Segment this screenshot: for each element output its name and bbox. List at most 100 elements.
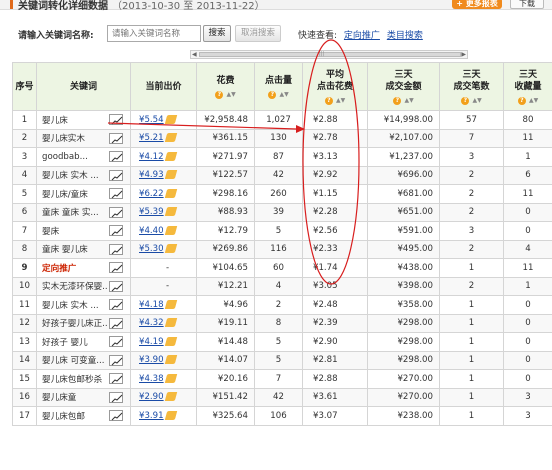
cell-clicks: 5 — [254, 350, 303, 370]
edit-bid-icon[interactable] — [164, 410, 177, 420]
trend-chart-icon[interactable] — [109, 206, 123, 218]
bid-link[interactable]: ¥5.30 — [139, 244, 164, 254]
trend-chart-icon[interactable] — [109, 169, 123, 181]
sort-icon[interactable]: ▲▼ — [226, 89, 235, 101]
bid-link[interactable]: ¥2.90 — [139, 392, 164, 402]
keyword-text: 婴儿床 — [42, 115, 68, 126]
cell-keyword: goodbab... — [36, 147, 131, 167]
edit-bid-icon[interactable] — [164, 392, 177, 402]
col-header-3day-amount[interactable]: 三天 成交金额? ▲▼ — [367, 62, 440, 111]
edit-bid-icon[interactable] — [164, 188, 177, 198]
scroll-right-arrow-icon[interactable]: ▶ — [461, 51, 466, 58]
bid-link[interactable]: ¥4.18 — [139, 300, 164, 310]
col-header-clicks[interactable]: 点击量? ▲▼ — [254, 62, 303, 111]
edit-bid-icon[interactable] — [164, 225, 177, 235]
scrollbar-thumb[interactable] — [199, 52, 461, 57]
help-icon[interactable]: ? — [393, 97, 402, 105]
bid-link[interactable]: ¥4.38 — [139, 374, 164, 384]
trend-chart-icon[interactable] — [109, 132, 123, 144]
bid-link[interactable]: ¥4.32 — [139, 318, 164, 328]
col-header-3day-orders[interactable]: 三天 成交笔数? ▲▼ — [439, 62, 504, 111]
col-header-avg-cpc[interactable]: 平均 点击花费? ▲▼ — [302, 62, 368, 111]
cell-3day-favs: 3 — [503, 387, 552, 407]
edit-bid-icon[interactable] — [164, 207, 177, 217]
trend-chart-icon[interactable] — [109, 243, 123, 255]
keyword-search-input[interactable] — [107, 25, 201, 42]
bid-link[interactable]: ¥5.54 — [139, 115, 164, 125]
edit-bid-icon[interactable] — [164, 133, 177, 143]
trend-chart-icon[interactable] — [109, 225, 123, 237]
edit-bid-icon[interactable] — [164, 170, 177, 180]
cell-index: 15 — [12, 369, 37, 389]
sort-icon[interactable]: ▲▼ — [472, 95, 481, 107]
scroll-left-arrow-icon[interactable]: ◀ — [192, 51, 197, 58]
bid-link[interactable]: ¥5.21 — [139, 133, 164, 143]
help-icon[interactable]: ? — [461, 97, 470, 105]
bid-link[interactable]: ¥4.40 — [139, 226, 164, 236]
cell-bid: ¥2.90 — [130, 387, 197, 407]
help-icon[interactable]: ? — [215, 91, 224, 99]
bid-link[interactable]: ¥3.90 — [139, 355, 164, 365]
quick-link-category-search[interactable]: 类目搜索 — [387, 31, 423, 41]
cell-index: 12 — [12, 313, 37, 333]
bid-link[interactable]: ¥5.39 — [139, 207, 164, 217]
edit-bid-icon[interactable] — [164, 151, 177, 161]
edit-bid-icon[interactable] — [164, 336, 177, 346]
trend-chart-icon[interactable] — [109, 262, 123, 274]
trend-chart-icon[interactable] — [109, 114, 123, 126]
help-icon[interactable]: ? — [517, 97, 526, 105]
download-button[interactable]: 下载 — [510, 0, 544, 9]
trend-chart-icon[interactable] — [109, 188, 123, 200]
edit-bid-icon[interactable] — [164, 355, 177, 365]
cell-bid: ¥5.21 — [130, 128, 197, 148]
col-header-label: 三天 成交笔数 — [453, 70, 490, 92]
cell-index: 8 — [12, 239, 37, 259]
cell-cost: ¥14.48 — [196, 332, 255, 352]
cell-keyword: 婴儿床童 — [36, 387, 131, 407]
cell-bid: ¥3.90 — [130, 350, 197, 370]
trend-chart-icon[interactable] — [109, 336, 123, 348]
edit-bid-icon[interactable] — [164, 299, 177, 309]
cell-3day-amount: ¥14,998.00 — [367, 110, 440, 130]
sort-icon[interactable]: ▲▼ — [529, 95, 538, 107]
search-button[interactable]: 搜索 — [203, 25, 231, 42]
sort-icon[interactable]: ▲▼ — [336, 95, 345, 107]
trend-chart-icon[interactable] — [109, 317, 123, 329]
cell-keyword: 婴儿床包邮秒杀 — [36, 369, 131, 389]
edit-bid-icon[interactable] — [164, 318, 177, 328]
edit-bid-icon[interactable] — [164, 114, 177, 124]
trend-chart-icon[interactable] — [109, 391, 123, 403]
sort-icon[interactable]: ▲▼ — [404, 95, 413, 107]
quick-link-targeted-promo[interactable]: 定向推广 — [344, 31, 380, 41]
bid-link[interactable]: ¥6.22 — [139, 189, 164, 199]
trend-chart-icon[interactable] — [109, 354, 123, 366]
bid-link[interactable]: ¥3.91 — [139, 411, 164, 421]
trend-chart-icon[interactable] — [109, 151, 123, 163]
cell-index: 14 — [12, 350, 37, 370]
trend-chart-icon[interactable] — [109, 373, 123, 385]
bid-link[interactable]: ¥4.12 — [139, 152, 164, 162]
more-reports-button[interactable]: + 更多报表 — [452, 0, 502, 9]
trend-chart-icon[interactable] — [109, 280, 123, 292]
cell-clicks: 260 — [254, 184, 303, 204]
cell-cost: ¥12.21 — [196, 276, 255, 296]
bid-link[interactable]: ¥4.19 — [139, 337, 164, 347]
cell-3day-orders: 1 — [439, 369, 504, 389]
trend-chart-icon[interactable] — [109, 410, 123, 422]
horizontal-scrollbar[interactable]: ◀ ||| ▶ — [190, 50, 468, 59]
edit-bid-icon[interactable] — [164, 373, 177, 383]
keyword-text: 好孩子 婴儿 — [42, 337, 88, 348]
help-icon[interactable]: ? — [268, 91, 277, 99]
help-icon[interactable]: ? — [324, 97, 333, 105]
cell-3day-amount: ¥696.00 — [367, 165, 440, 185]
sort-icon[interactable]: ▲▼ — [279, 89, 288, 101]
trend-chart-icon[interactable] — [109, 299, 123, 311]
cell-clicks: 5 — [254, 332, 303, 352]
bid-link[interactable]: ¥4.93 — [139, 170, 164, 180]
quick-view: 快速查看: 定向推广 类目搜索 — [298, 28, 423, 41]
cell-3day-favs: 1 — [503, 147, 552, 167]
col-header-cost[interactable]: 花费? ▲▼ — [196, 62, 255, 111]
cancel-search-button[interactable]: 取消搜索 — [235, 25, 281, 42]
edit-bid-icon[interactable] — [164, 244, 177, 254]
col-header-3day-favs[interactable]: 三天 收藏量? ▲▼ — [503, 62, 552, 111]
